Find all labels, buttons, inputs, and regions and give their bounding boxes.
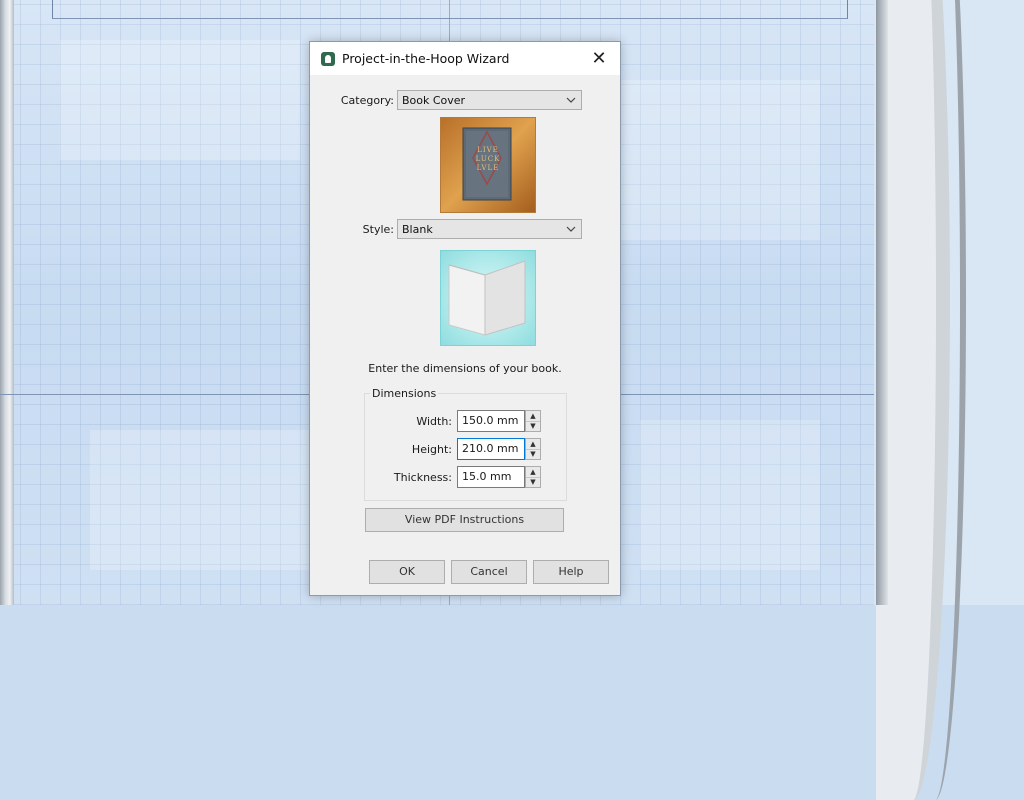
hoop-frame-right-edge	[876, 0, 888, 605]
blank-book-image	[448, 260, 526, 336]
category-preview-image: LIVE LUCK LVLE	[440, 117, 536, 213]
chevron-down-icon	[566, 97, 576, 103]
width-field[interactable]: 150.0 mm	[457, 410, 525, 432]
dimensions-prompt: Enter the dimensions of your book.	[368, 362, 562, 375]
cancel-button[interactable]: Cancel	[451, 560, 527, 584]
spin-down-arrow-icon[interactable]: ▼	[526, 449, 540, 459]
cover-text-line-3: LVLE	[476, 164, 500, 172]
app-hoop-icon	[321, 52, 335, 66]
ok-button[interactable]: OK	[369, 560, 445, 584]
height-field[interactable]: 210.0 mm	[457, 438, 525, 460]
wizard-dialog: Project-in-the-Hoop Wizard ✕ Category: B…	[309, 41, 621, 596]
hoop-boundary-top	[52, 0, 848, 19]
category-dropdown[interactable]: Book Cover	[397, 90, 582, 110]
category-value: Book Cover	[402, 94, 466, 107]
thickness-label: Thickness:	[393, 471, 452, 484]
height-label: Height:	[411, 443, 452, 456]
help-button[interactable]: Help	[533, 560, 609, 584]
width-spinner[interactable]: ▲ ▼	[525, 410, 541, 432]
style-value: Blank	[402, 223, 433, 236]
style-label: Style:	[362, 223, 394, 236]
close-icon[interactable]: ✕	[586, 46, 612, 72]
chevron-down-icon	[566, 226, 576, 232]
dialog-title: Project-in-the-Hoop Wizard	[342, 51, 510, 66]
category-label: Category:	[340, 94, 394, 107]
spin-down-arrow-icon[interactable]: ▼	[526, 421, 540, 431]
thickness-spinner[interactable]: ▲ ▼	[525, 466, 541, 488]
width-label: Width:	[416, 415, 452, 428]
cover-text-line-1: LIVE	[477, 146, 499, 154]
hoop-frame-right-inner	[904, 0, 966, 800]
spin-down-arrow-icon[interactable]: ▼	[526, 477, 540, 487]
dialog-title-bar[interactable]: Project-in-the-Hoop Wizard ✕	[310, 42, 620, 75]
dimensions-group-title: Dimensions	[370, 387, 439, 400]
view-pdf-instructions-button[interactable]: View PDF Instructions	[365, 508, 564, 532]
thickness-field[interactable]: 15.0 mm	[457, 466, 525, 488]
height-spinner[interactable]: ▲ ▼	[525, 438, 541, 460]
style-dropdown[interactable]: Blank	[397, 219, 582, 239]
hoop-frame-left	[0, 0, 14, 605]
cover-text-line-2: LUCK	[475, 155, 501, 163]
style-preview-image	[440, 250, 536, 346]
